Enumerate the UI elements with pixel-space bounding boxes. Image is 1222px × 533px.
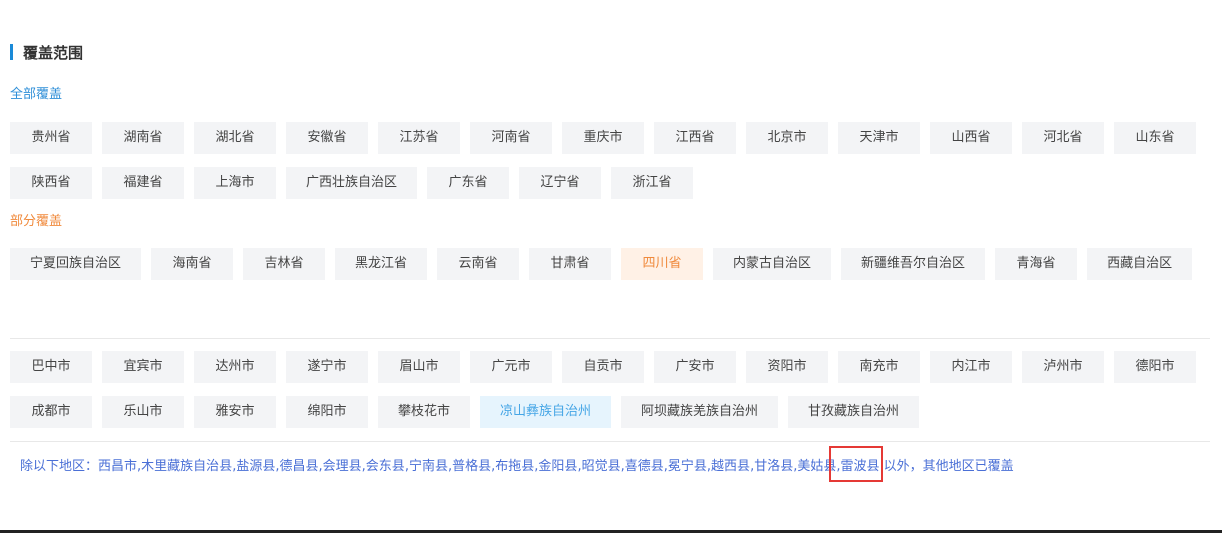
region-tag[interactable]: 内江市 xyxy=(930,351,1012,383)
region-tag[interactable]: 宁夏回族自治区 xyxy=(10,248,142,280)
region-tag[interactable]: 成都市 xyxy=(10,396,92,428)
region-tag[interactable]: 青海省 xyxy=(995,248,1078,280)
exclusion-note: 除以下地区：西昌市,木里藏族自治县,盐源县,德昌县,会理县,会东县,宁南县,普格… xyxy=(20,446,1014,482)
full-coverage-label: 全部覆盖 xyxy=(10,87,63,102)
region-tag[interactable]: 安徽省 xyxy=(286,122,368,154)
region-tag[interactable]: 北京市 xyxy=(746,122,828,154)
region-tag[interactable]: 广西壮族自治区 xyxy=(286,167,418,199)
partial-coverage-label: 部分覆盖 xyxy=(10,214,63,229)
region-tag[interactable]: 达州市 xyxy=(194,351,276,383)
divider xyxy=(10,338,1210,339)
region-tag[interactable]: 西藏自治区 xyxy=(1087,248,1193,280)
excluded-county: 木里藏族自治县 xyxy=(141,459,233,474)
region-tag[interactable]: 山东省 xyxy=(1114,122,1196,154)
region-tag[interactable]: 自贡市 xyxy=(562,351,644,383)
divider xyxy=(10,441,1210,442)
region-tag[interactable]: 阿坝藏族羌族自治州 xyxy=(621,396,779,428)
excluded-county: 甘洛县 xyxy=(754,459,794,474)
region-tag[interactable]: 海南省 xyxy=(151,248,234,280)
region-tag[interactable]: 黑龙江省 xyxy=(335,248,428,280)
region-tag[interactable]: 遂宁市 xyxy=(286,351,368,383)
region-tag[interactable]: 天津市 xyxy=(838,122,920,154)
excluded-county: 宁南县 xyxy=(408,459,448,474)
region-tag[interactable]: 河南省 xyxy=(470,122,552,154)
region-tag[interactable]: 江苏省 xyxy=(378,122,460,154)
partial-coverage-tags: 宁夏回族自治区 海南省 吉林省 黑龙江省 云南省 甘肃省 四川省 内蒙古自治区 新疆维吾尔自治区… xyxy=(10,248,1215,280)
full-coverage-tags: 贵州省 湖南省 湖北省 安徽省 江苏省 河南省 重庆市 江西省 北京市 天津市 山西省 河北省 山东省陕… xyxy=(10,122,1215,199)
region-tag[interactable]: 河北省 xyxy=(1022,122,1104,154)
region-tag[interactable]: 云南省 xyxy=(437,248,520,280)
city-tags: 巴中市 宜宾市 达州市 遂宁市 眉山市 广元市 自贡市 广安市 资阳市 南充市 内江市 泸州市 德阳市成… xyxy=(10,351,1215,428)
region-tag[interactable]: 宜宾市 xyxy=(102,351,184,383)
exclusion-prefix: 除以下地区： xyxy=(20,459,99,474)
excluded-county: 西昌市 xyxy=(98,459,138,474)
excluded-county: 喜德县 xyxy=(624,459,664,474)
region-tag[interactable]: 江西省 xyxy=(654,122,736,154)
excluded-county: 会东县 xyxy=(365,459,405,474)
region-tag[interactable]: 陕西省 xyxy=(10,167,92,199)
region-tag[interactable]: 广东省 xyxy=(427,167,510,199)
region-tag[interactable]: 湖南省 xyxy=(102,122,184,154)
region-tag[interactable]: 浙江省 xyxy=(611,167,694,199)
region-tag[interactable]: 攀枝花市 xyxy=(378,396,471,428)
region-tag[interactable]: 吉林省 xyxy=(243,248,326,280)
excluded-county: 会理县 xyxy=(322,459,362,474)
region-tag[interactable]: 贵州省 xyxy=(10,122,92,154)
region-tag[interactable]: 上海市 xyxy=(194,167,276,199)
excluded-county: 布拖县 xyxy=(495,459,535,474)
region-tag[interactable]: 巴中市 xyxy=(10,351,92,383)
excluded-county: 越西县 xyxy=(711,459,751,474)
excluded-county: 雷波县 xyxy=(840,459,880,474)
excluded-county: 昭觉县 xyxy=(581,459,621,474)
region-tag[interactable]: 辽宁省 xyxy=(519,167,602,199)
region-tag[interactable]: 广安市 xyxy=(654,351,736,383)
region-tag[interactable]: 南充市 xyxy=(838,351,920,383)
excluded-county: 冕宁县 xyxy=(667,459,707,474)
region-tag[interactable]: 新疆维吾尔自治区 xyxy=(841,248,986,280)
region-tag[interactable]: 雅安市 xyxy=(194,396,276,428)
excluded-county-list: 西昌市,木里藏族自治县,盐源县,德昌县,会理县,会东县,宁南县,普格县,布拖县,… xyxy=(98,459,880,474)
region-tag[interactable]: 四川省 xyxy=(621,248,704,280)
excluded-county: 金阳县 xyxy=(538,459,578,474)
section-accent-bar xyxy=(10,44,13,60)
region-tag[interactable]: 内蒙古自治区 xyxy=(713,248,832,280)
region-tag[interactable]: 泸州市 xyxy=(1022,351,1104,383)
region-tag[interactable]: 甘肃省 xyxy=(529,248,612,280)
exclusion-suffix: 以外，其他地区已覆盖 xyxy=(879,459,1014,474)
excluded-county: 德昌县 xyxy=(279,459,319,474)
region-tag[interactable]: 广元市 xyxy=(470,351,552,383)
region-tag[interactable]: 乐山市 xyxy=(102,396,184,428)
region-tag[interactable]: 眉山市 xyxy=(378,351,460,383)
region-tag[interactable]: 福建省 xyxy=(102,167,184,199)
excluded-county: 普格县 xyxy=(452,459,492,474)
region-tag[interactable]: 德阳市 xyxy=(1114,351,1196,383)
region-tag[interactable]: 凉山彝族自治州 xyxy=(480,396,612,428)
region-tag[interactable]: 绵阳市 xyxy=(286,396,368,428)
region-tag[interactable]: 湖北省 xyxy=(194,122,276,154)
section-title: 覆盖范围 xyxy=(23,43,84,62)
section-header: 覆盖范围 xyxy=(10,42,83,62)
region-tag[interactable]: 甘孜藏族自治州 xyxy=(788,396,920,428)
excluded-county-highlighted: 美姑县 xyxy=(797,459,837,474)
region-tag[interactable]: 山西省 xyxy=(930,122,1012,154)
region-tag[interactable]: 重庆市 xyxy=(562,122,644,154)
excluded-county: 盐源县 xyxy=(236,459,276,474)
region-tag[interactable]: 资阳市 xyxy=(746,351,828,383)
